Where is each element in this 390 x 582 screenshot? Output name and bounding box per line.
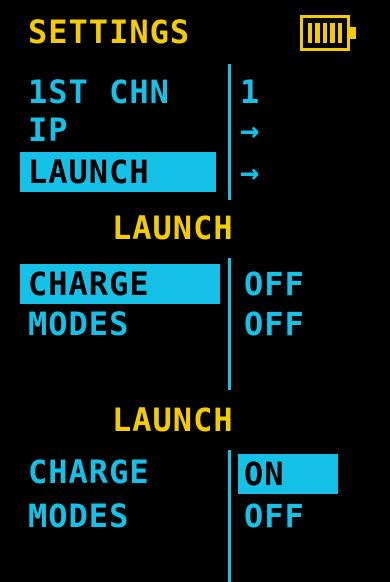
launch-2-charge-label[interactable]: CHARGE (28, 452, 150, 492)
launch-1-charge-value[interactable]: OFF (244, 264, 305, 304)
menu-value-1st-chn: 1 (240, 73, 261, 111)
launch-panel-2-divider (228, 450, 231, 582)
menu-item-1st-chn[interactable]: 1ST CHN (28, 72, 170, 112)
launch-1-charge-label[interactable]: CHARGE (20, 264, 220, 304)
battery-full-icon (300, 15, 356, 51)
launch-panel-2-title: LAUNCH (112, 401, 234, 439)
menu-item-launch[interactable]: LAUNCH (20, 152, 216, 192)
launch-2-charge-value[interactable]: ON (238, 454, 338, 494)
launch-panel-1-divider (228, 258, 231, 390)
launch-2-modes-label[interactable]: MODES (28, 496, 129, 536)
arrow-right-icon: → (240, 111, 261, 149)
menu-item-ip[interactable]: IP (28, 110, 69, 150)
menu-divider (228, 64, 231, 200)
launch-1-modes-value[interactable]: OFF (244, 304, 305, 344)
arrow-right-icon: → (240, 153, 261, 191)
launch-2-modes-value[interactable]: OFF (244, 496, 305, 536)
launch-1-modes-label[interactable]: MODES (28, 304, 129, 344)
launch-panel-1-title: LAUNCH (112, 209, 234, 247)
page-title: SETTINGS (28, 13, 191, 51)
